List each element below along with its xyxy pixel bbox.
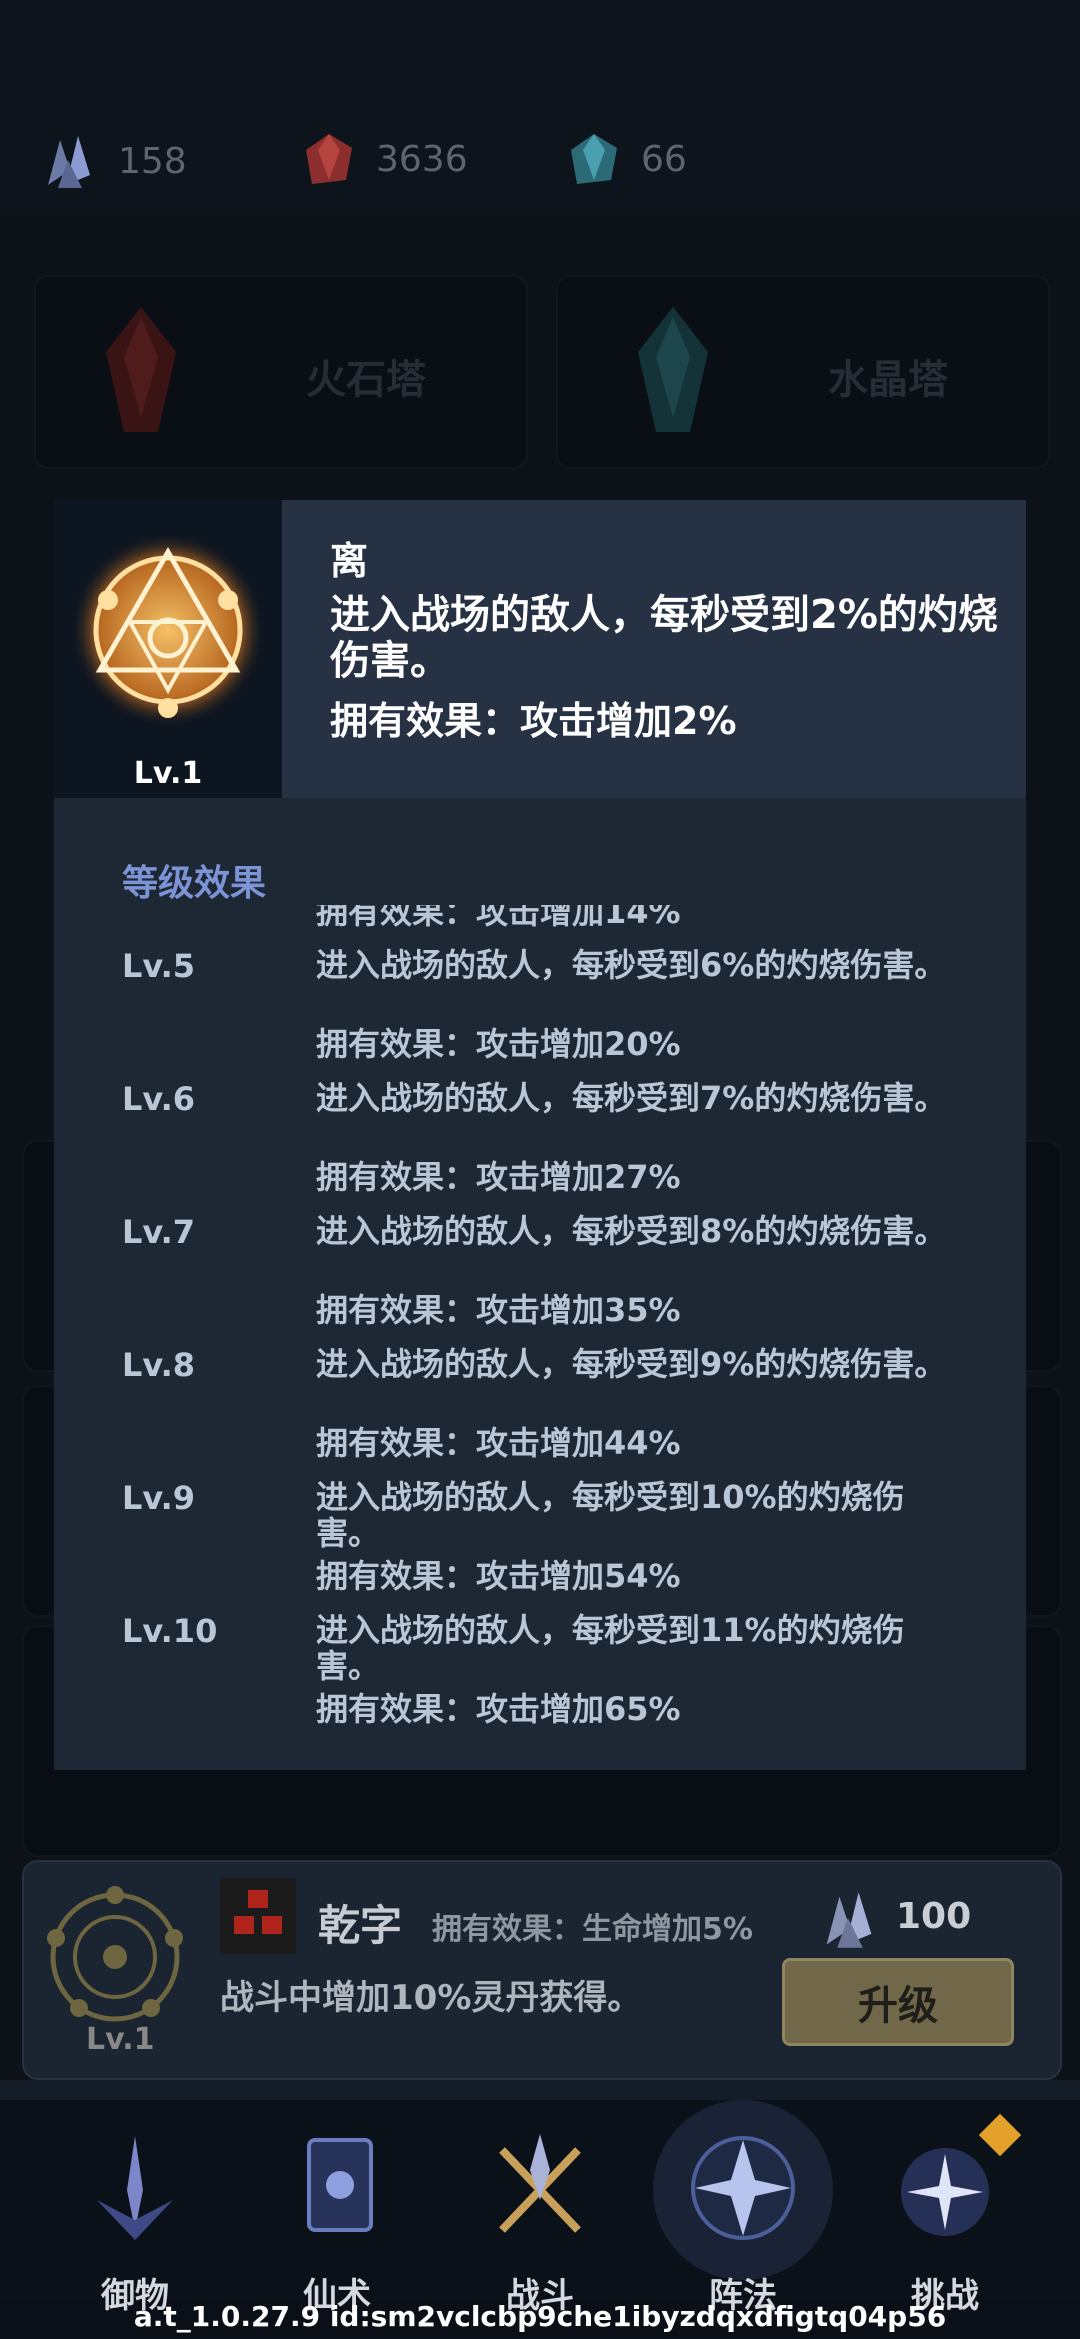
crystal-cluster-icon (48, 136, 90, 188)
list-item: Lv.5 进入战场的敌人，每秒受到6%的灼烧伤害。 拥有效果：攻击增加20% (54, 947, 1026, 1080)
challenge-emblem-icon (901, 2148, 989, 2236)
nav-item-yuwu[interactable]: 御物 (55, 2120, 215, 2316)
qian-cost: 100 (896, 1896, 972, 1937)
level-own-effect: 拥有效果：攻击增加44% (316, 1424, 681, 1462)
nav-item-xianshu[interactable]: 仙术 (257, 2120, 417, 2316)
skill-icon-box: Lv.1 (54, 500, 282, 798)
level-own-effect: 拥有效果：攻击增加35% (316, 1291, 681, 1329)
level-label: Lv.7 (122, 1213, 196, 1251)
level-desc: 进入战场的敌人，每秒受到11%的灼烧伤害。 (316, 1611, 905, 1685)
popup-skill-name: 离 (330, 539, 369, 583)
level-label: Lv.8 (122, 1346, 196, 1384)
level-label: Lv.6 (122, 1080, 196, 1118)
sword-weapon-icon (97, 2136, 173, 2240)
qian-own-effect: 拥有效果：生命增加5% (432, 1912, 753, 1947)
level-label: Lv.10 (122, 1612, 218, 1650)
resource-teal-gem: 66 (565, 130, 687, 188)
crystal-count: 158 (118, 140, 187, 182)
crossed-swords-icon (499, 2134, 581, 2233)
formation-seal-icon (47, 1886, 183, 2022)
level-own-effect: 拥有效果：攻击增加20% (316, 1025, 681, 1063)
level-desc: 进入战场的敌人，每秒受到9%的灼烧伤害。 (316, 1345, 947, 1383)
level-own-effect: 拥有效果：攻击增加54% (316, 1557, 681, 1595)
skill-detail-popup: Lv.1 离 进入战场的敌人，每秒受到2%的灼烧伤害。 拥有效果：攻击增加2% … (54, 500, 1026, 1770)
red-blocks-icon (220, 1878, 296, 1954)
list-item: Lv.8 进入战场的敌人，每秒受到9%的灼烧伤害。 拥有效果：攻击增加44% (54, 1346, 1026, 1479)
nav-item-zhandou[interactable]: 战斗 (460, 2120, 620, 2316)
popup-own-effect: 拥有效果：攻击增加2% (330, 699, 737, 743)
level-desc: 进入战场的敌人，每秒受到6%的灼烧伤害。 (316, 946, 947, 984)
teal-gem-count: 66 (641, 138, 687, 180)
level-own-effect: 拥有效果：攻击增加14% (316, 905, 681, 931)
list-item: Lv.7 进入战场的敌人，每秒受到8%的灼烧伤害。 拥有效果：攻击增加35% (54, 1213, 1026, 1346)
level-label: Lv.9 (122, 1479, 196, 1517)
popup-skill-desc: 进入战场的敌人，每秒受到2%的灼烧伤害。 (330, 592, 998, 684)
popup-level-badge: Lv.1 (133, 756, 203, 791)
nav-item-zhenfa[interactable]: 阵法 (653, 2100, 833, 2316)
qian-level: Lv.1 (86, 2022, 155, 2057)
resource-bar: 158 3636 66 (0, 0, 1080, 215)
crystal-cluster-icon (826, 1892, 872, 1948)
list-item: Lv.9 进入战场的敌人，每秒受到10%的灼烧伤害。 拥有效果：攻击增加54% (54, 1479, 1026, 1612)
upgrade-button[interactable]: 升级 (782, 1958, 1014, 2046)
list-item: 拥有效果：攻击增加14% (54, 905, 1026, 931)
red-gem-icon (306, 134, 352, 184)
resource-red-gem: 3636 (300, 130, 468, 188)
skill-card-qian: Lv.1 乾字 拥有效果：生命增加5% 100 战斗中增加10%灵丹获得。 升级 (22, 1860, 1062, 2080)
level-effects-list[interactable]: 拥有效果：攻击增加14% Lv.5 进入战场的敌人，每秒受到6%的灼烧伤害。 拥… (54, 905, 1026, 1770)
level-own-effect: 拥有效果：攻击增加65% (316, 1690, 681, 1728)
build-id-footer: a.t_1.0.27.9 id:sm2vclcbp9che1ibyzdqxdfi… (133, 2300, 947, 2333)
level-desc: 进入战场的敌人，每秒受到7%的灼烧伤害。 (316, 1079, 947, 1117)
teal-gem-icon (571, 134, 617, 184)
resource-crystal: 158 (38, 130, 187, 192)
nav-item-tiaozhan[interactable]: 挑战 (865, 2113, 1025, 2316)
formation-compass-icon (691, 2136, 795, 2240)
level-desc: 进入战场的敌人，每秒受到10%的灼烧伤害。 (316, 1478, 905, 1552)
upgrade-button-label: 升级 (858, 1983, 938, 2029)
list-item: Lv.6 进入战场的敌人，每秒受到7%的灼烧伤害。 拥有效果：攻击增加27% (54, 1080, 1026, 1213)
red-gem-count: 3636 (376, 138, 468, 180)
list-item: Lv.10 进入战场的敌人，每秒受到11%的灼烧伤害。 拥有效果：攻击增加65% (54, 1612, 1026, 1745)
level-desc: 进入战场的敌人，每秒受到8%的灼烧伤害。 (316, 1212, 947, 1250)
level-effects-title: 等级效果 (122, 863, 267, 904)
qian-desc: 战斗中增加10%灵丹获得。 (220, 1978, 642, 2018)
level-label: Lv.5 (122, 947, 196, 985)
qian-title: 乾字 (318, 1901, 403, 1950)
level-own-effect: 拥有效果：攻击增加27% (316, 1158, 681, 1196)
spell-card-icon (307, 2138, 373, 2232)
glowing-sigil-icon (70, 532, 266, 728)
popup-header: Lv.1 离 进入战场的敌人，每秒受到2%的灼烧伤害。 拥有效果：攻击增加2% (54, 500, 1026, 798)
